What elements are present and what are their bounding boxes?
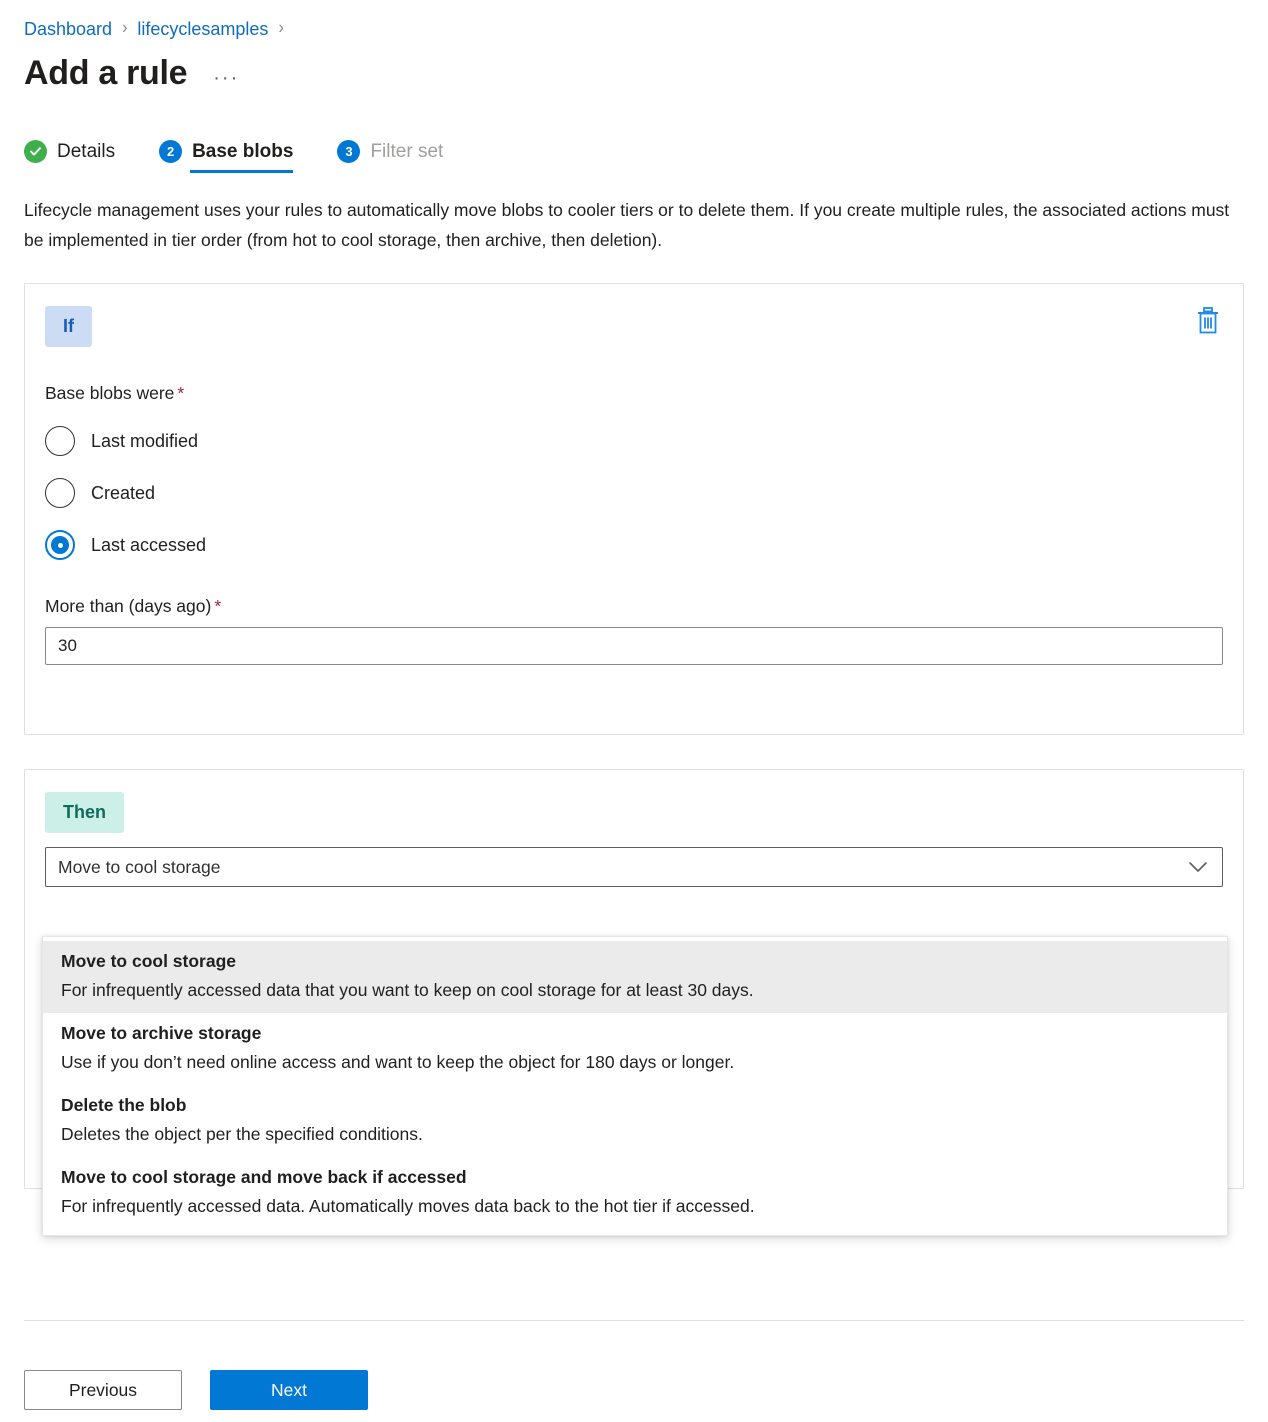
breadcrumb: Dashboard › lifecyclesamples › [24, 0, 1244, 48]
if-condition-card: If Base blobs were* Last modified Create… [24, 283, 1244, 735]
chevron-down-icon[interactable] [1188, 861, 1208, 879]
radio-last-modified-label: Last modified [91, 431, 198, 452]
radio-indicator-selected [45, 530, 75, 560]
days-ago-input[interactable]: 30 [45, 627, 1223, 665]
then-pill-label: Then [45, 792, 124, 833]
radio-last-accessed-label: Last accessed [91, 535, 206, 556]
required-asterisk: * [177, 383, 184, 403]
dropdown-option-move-to-cool-and-back[interactable]: Move to cool storage and move back if ac… [43, 1157, 1227, 1229]
breadcrumb-item-lifecyclesamples[interactable]: lifecyclesamples [137, 19, 268, 40]
breadcrumb-separator-icon: › [122, 19, 127, 40]
step-number-badge: 2 [159, 140, 182, 163]
base-blobs-were-text: Base blobs were [45, 383, 174, 403]
if-pill-label: If [45, 306, 92, 347]
radio-created-label: Created [91, 483, 155, 504]
action-combobox[interactable]: Move to cool storage [45, 847, 1223, 887]
dropdown-option-title: Move to cool storage [61, 948, 1209, 975]
page-description: Lifecycle management uses your rules to … [24, 195, 1244, 255]
next-button[interactable]: Next [210, 1370, 368, 1410]
breadcrumb-item-dashboard[interactable]: Dashboard [24, 19, 112, 40]
dropdown-option-description: Deletes the object per the specified con… [61, 1119, 1209, 1149]
more-than-days-text: More than (days ago) [45, 596, 211, 616]
dropdown-option-description: Use if you don’t need online access and … [61, 1047, 1209, 1077]
radio-indicator [45, 426, 75, 456]
footer-actions: Previous Next [24, 1370, 368, 1410]
breadcrumb-separator-icon: › [278, 19, 283, 40]
dropdown-option-title: Delete the blob [61, 1092, 1209, 1119]
dropdown-option-title: Move to cool storage and move back if ac… [61, 1164, 1209, 1191]
tab-base-blobs[interactable]: 2 Base blobs [159, 140, 293, 173]
action-dropdown-list[interactable]: Move to cool storage For infrequently ac… [42, 936, 1228, 1236]
base-blobs-were-label: Base blobs were* [45, 383, 1223, 404]
more-than-days-label: More than (days ago)* [45, 596, 1223, 617]
dropdown-option-description: For infrequently accessed data. Automati… [61, 1191, 1209, 1221]
radio-created[interactable]: Created [45, 478, 1223, 508]
dropdown-option-title: Move to archive storage [61, 1020, 1209, 1047]
dropdown-option-delete-the-blob[interactable]: Delete the blob Deletes the object per t… [43, 1085, 1227, 1157]
more-options-icon[interactable]: ··· [209, 69, 243, 87]
radio-last-accessed[interactable]: Last accessed [45, 530, 1223, 560]
radio-indicator [45, 478, 75, 508]
dropdown-option-description: For infrequently accessed data that you … [61, 975, 1209, 1005]
dropdown-option-move-to-cool-storage[interactable]: Move to cool storage For infrequently ac… [43, 941, 1227, 1013]
check-icon [24, 140, 47, 163]
dropdown-option-move-to-archive-storage[interactable]: Move to archive storage Use if you don’t… [43, 1013, 1227, 1085]
tab-filter-set-label: Filter set [370, 141, 443, 163]
tab-base-blobs-label: Base blobs [192, 141, 293, 163]
tab-filter-set[interactable]: 3 Filter set [337, 140, 443, 173]
required-asterisk: * [214, 596, 221, 616]
wizard-tabs: Details 2 Base blobs 3 Filter set [24, 131, 1244, 173]
page-header: Add a rule ··· [24, 54, 1244, 93]
page-title: Add a rule [24, 54, 187, 93]
radio-last-modified[interactable]: Last modified [45, 426, 1223, 456]
tab-details[interactable]: Details [24, 140, 115, 173]
previous-button[interactable]: Previous [24, 1370, 182, 1410]
step-number-badge: 3 [337, 140, 360, 163]
action-combobox-value: Move to cool storage [58, 857, 220, 878]
tab-details-label: Details [57, 141, 115, 163]
add-rule-page: Dashboard › lifecyclesamples › Add a rul… [0, 0, 1268, 1422]
footer-divider [24, 1320, 1244, 1321]
trash-icon[interactable] [1195, 306, 1221, 336]
